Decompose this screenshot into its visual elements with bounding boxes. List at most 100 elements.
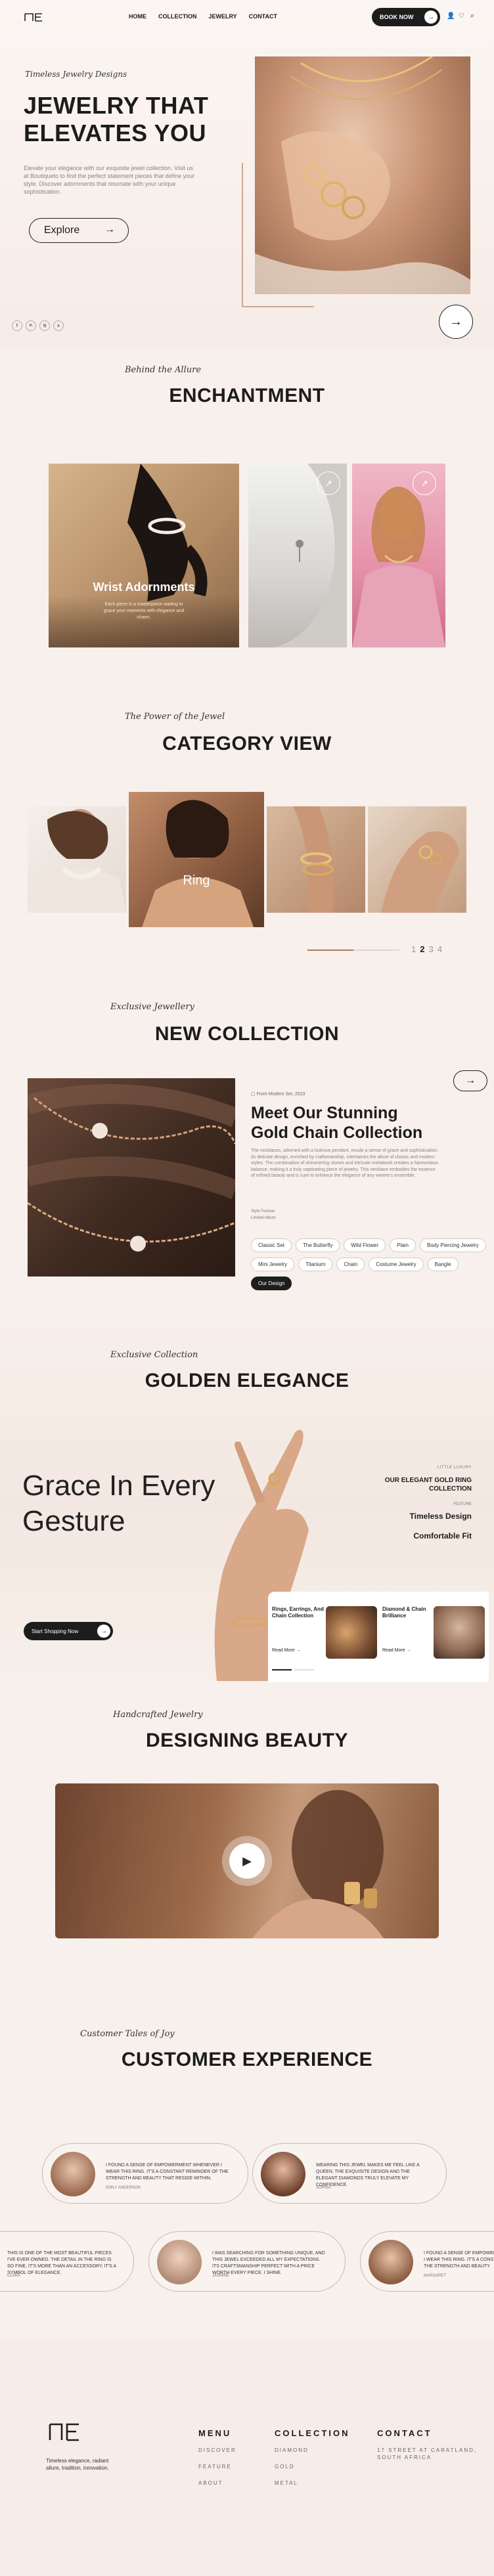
gold-chain-photo: [28, 1078, 235, 1277]
grace-line-1: Grace In Every: [22, 1470, 215, 1502]
review-text: I FOUND A SENSE OF EMPOWERMENT WHENEVER …: [424, 2251, 494, 2269]
tag[interactable]: The Butterfly: [296, 1238, 340, 1252]
nav-home[interactable]: HOME: [129, 13, 146, 20]
customer-eyebrow: Customer Tales of Joy: [80, 2029, 175, 2039]
play-icon[interactable]: ▶: [229, 1843, 265, 1879]
little-luxury-label: LITTLE LUXURY: [437, 1466, 472, 1470]
collection-date: ▢ From Modern Set, 2023: [251, 1091, 305, 1097]
collection-tags: Classic Set The Butterfly Wild Flower Plain…: [251, 1238, 494, 1296]
tag[interactable]: Titanium: [298, 1257, 333, 1271]
linkedin-icon[interactable]: in: [26, 320, 36, 331]
footer-link-metal[interactable]: METAL: [275, 2480, 350, 2486]
card-title: Wrist Adornments: [93, 580, 195, 594]
grace-line-2: Gesture: [22, 1505, 125, 1537]
earring-photo[interactable]: ↗: [248, 464, 347, 647]
page-1[interactable]: 1: [411, 944, 416, 954]
product-card-1-title: Rings, Earrings, And Chain Collection: [272, 1606, 324, 1619]
arrow-right-icon: →: [97, 1625, 110, 1638]
tag[interactable]: Plain: [390, 1238, 416, 1252]
tag[interactable]: Costume Jewelry: [369, 1257, 424, 1271]
arrow-right-icon: →: [449, 314, 462, 329]
product-card-1[interactable]: Rings, Earrings, And Chain Collection Re…: [272, 1606, 377, 1663]
footer-link-gold[interactable]: GOLD: [275, 2464, 350, 2470]
twitter-icon[interactable]: x: [53, 320, 64, 331]
instagram-icon[interactable]: ig: [39, 320, 50, 331]
footer-contact: CONTACT 17 STREET AT CARATLAND, SOUTH AF…: [377, 2428, 477, 2471]
tag[interactable]: Bangle: [427, 1257, 459, 1271]
necklace-model-photo[interactable]: ↗: [352, 464, 445, 647]
category-hands-photo[interactable]: [368, 806, 466, 913]
slider-indicator[interactable]: [294, 1669, 314, 1670]
user-icon[interactable]: 👤: [447, 12, 455, 20]
logo[interactable]: [24, 12, 43, 22]
tag[interactable]: Body Piercing Jewelry: [419, 1238, 486, 1252]
designing-video[interactable]: ▶: [55, 1783, 439, 1938]
collection-meta-1: Style Festival: [251, 1210, 275, 1213]
heart-icon[interactable]: ♡: [459, 12, 464, 20]
tag[interactable]: Classic Set: [251, 1238, 292, 1252]
avatar: [261, 2152, 305, 2196]
product-card-2-title: Diamond & Chain Brilliance: [382, 1606, 426, 1619]
page-4[interactable]: 4: [438, 944, 442, 954]
wrist-adornments-card[interactable]: Wrist Adornments Each piece is a masterp…: [49, 464, 239, 647]
nav-jewelry[interactable]: JEWELRY: [209, 13, 237, 20]
arrow-up-right-icon[interactable]: ↗: [317, 471, 340, 495]
customer-title: CUSTOMER EXPERIENCE: [121, 2049, 373, 2070]
video-play-ring[interactable]: ▶: [222, 1836, 272, 1886]
footer-tagline: Timeless elegance, radiant allure, tradi…: [46, 2458, 109, 2471]
category-ring-label: Ring: [183, 873, 210, 888]
collection-next-button[interactable]: →: [453, 1070, 487, 1091]
nav-contact[interactable]: CONTACT: [249, 13, 277, 20]
hero-title-line-2: ELEVATES YOU: [24, 120, 207, 146]
designing-title: DESIGNING BEAUTY: [145, 1730, 349, 1751]
page-2[interactable]: 2: [420, 944, 424, 954]
footer-link-about[interactable]: ABOUT: [198, 2480, 236, 2486]
category-ring-photo[interactable]: Ring: [129, 792, 264, 927]
footer-logo[interactable]: [49, 2422, 80, 2441]
tag[interactable]: Chain: [336, 1257, 365, 1271]
review-name: SOPHIA: [316, 2186, 331, 2190]
category-bracelet-photo[interactable]: [267, 806, 365, 913]
tag[interactable]: Wild Flower: [344, 1238, 386, 1252]
footer-address-line-1: 17 STREET AT CARATLAND,: [377, 2447, 478, 2453]
collection-body: The necklaces, adorned with a lustrous p…: [251, 1148, 439, 1178]
hero-description: Elevate your elegance with our exquisite…: [24, 165, 195, 195]
facebook-icon[interactable]: f: [12, 320, 22, 331]
grace-heading: Grace In Every Gesture: [22, 1468, 215, 1539]
nav-collection[interactable]: COLLECTION: [158, 13, 197, 20]
product-card-2-link[interactable]: Read More →: [382, 1648, 411, 1653]
footer-link-discover[interactable]: DISCOVER: [198, 2447, 236, 2453]
ring-collection-info: LITTLE LUXURY OUR ELEGANT GOLD RING COLL…: [368, 1466, 472, 1540]
explore-button[interactable]: Explore →: [29, 218, 129, 243]
page: HOME COLLECTION JEWELRY CONTACT BOOK NOW…: [0, 0, 494, 2576]
product-card-2[interactable]: Diamond & Chain Brilliance Read More →: [382, 1606, 487, 1663]
tag[interactable]: Mini Jewelry: [251, 1257, 295, 1271]
search-icon[interactable]: ⌕: [470, 12, 474, 20]
golden-eyebrow: Exclusive Collection: [110, 1350, 198, 1360]
tag-active[interactable]: Our Design: [251, 1277, 292, 1290]
footer-link-feature[interactable]: FEATURE: [198, 2464, 236, 2470]
arrow-up-right-icon[interactable]: ↗: [413, 471, 436, 495]
page-3[interactable]: 3: [428, 944, 433, 954]
product-card-1-link[interactable]: Read More →: [272, 1648, 301, 1653]
read-more-label: Read More: [382, 1648, 405, 1653]
arrow-right-icon: →: [296, 1648, 301, 1653]
read-more-label: Read More: [272, 1648, 295, 1653]
hero-title-line-1: JEWELRY THAT: [24, 92, 209, 119]
review-name: MARGARET: [424, 2274, 447, 2278]
start-shopping-button[interactable]: Start Shopping Now →: [24, 1622, 113, 1640]
product-card-1-photo: [326, 1606, 377, 1659]
next-arrow-button[interactable]: →: [439, 305, 473, 339]
book-now-button[interactable]: BOOK NOW →: [372, 8, 440, 26]
footer-link-diamond[interactable]: DIAMOND: [275, 2447, 350, 2453]
book-now-label: BOOK NOW: [380, 14, 414, 20]
main-nav: HOME COLLECTION JEWELRY CONTACT: [129, 13, 277, 20]
footer-collection: COLLECTION DIAMOND GOLD METAL: [275, 2428, 350, 2497]
review-name: JASMINE: [212, 2274, 230, 2278]
avatar: [369, 2240, 413, 2284]
category-necklace-photo[interactable]: [28, 806, 126, 913]
collection-meta-2: Limited Album: [251, 1216, 276, 1220]
review-name: EMILY ANDERSON: [106, 2186, 141, 2190]
hero-title: JEWELRY THAT ELEVATES YOU: [24, 92, 208, 147]
slider-indicator-active[interactable]: [272, 1669, 292, 1670]
